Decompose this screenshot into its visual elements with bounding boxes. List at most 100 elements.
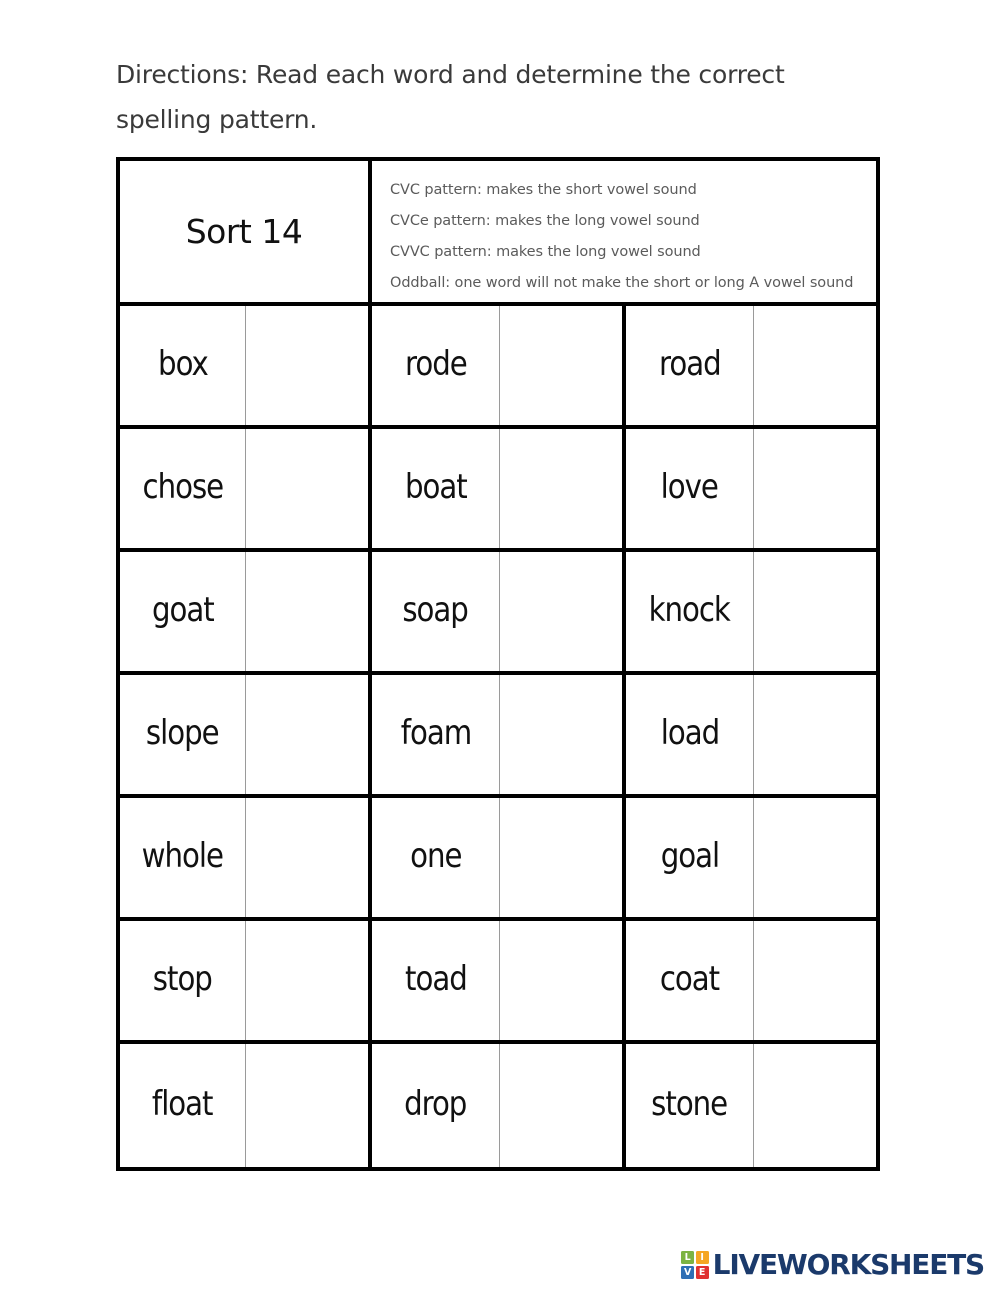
answer-input-cell[interactable]: [754, 798, 876, 917]
word-group: boat: [372, 429, 626, 548]
word-cell: stone: [626, 1044, 754, 1167]
answer-input-cell[interactable]: [246, 1044, 368, 1167]
word-cell: goal: [626, 798, 754, 917]
word-label: stone: [651, 1083, 729, 1124]
answer-input-cell[interactable]: [246, 921, 368, 1040]
answer-input-cell[interactable]: [754, 675, 876, 794]
word-group: stone: [626, 1044, 876, 1167]
legend-line-cvce: CVCe pattern: makes the long vowel sound: [390, 213, 700, 229]
answer-input-cell[interactable]: [246, 675, 368, 794]
word-cell: chose: [120, 429, 246, 548]
legend-line-cvvc: CVVC pattern: makes the long vowel sound: [390, 244, 701, 260]
word-cell: coat: [626, 921, 754, 1040]
answer-input-cell[interactable]: [246, 306, 368, 425]
word-label: slope: [146, 712, 220, 753]
answer-input-cell[interactable]: [754, 429, 876, 548]
logo-tile-e: E: [695, 1265, 709, 1279]
logo-tile-l: L: [681, 1251, 695, 1265]
word-cell: love: [626, 429, 754, 548]
word-cell: box: [120, 306, 246, 425]
pattern-legend: CVC pattern: makes the short vowel sound…: [372, 161, 876, 302]
word-sort-table: Sort 14 CVC pattern: makes the short vow…: [116, 157, 880, 1171]
word-group: whole: [120, 798, 372, 917]
logo-tile-i: I: [695, 1251, 709, 1265]
word-cell: rode: [372, 306, 500, 425]
word-label: load: [660, 712, 719, 753]
word-group: chose: [120, 429, 372, 548]
answer-input-cell[interactable]: [500, 1044, 622, 1167]
word-cell: soap: [372, 552, 500, 671]
word-group: coat: [626, 921, 876, 1040]
word-cell: slope: [120, 675, 246, 794]
word-cell: toad: [372, 921, 500, 1040]
word-label: love: [660, 466, 719, 507]
answer-input-cell[interactable]: [246, 552, 368, 671]
answer-input-cell[interactable]: [246, 798, 368, 917]
answer-input-cell[interactable]: [500, 429, 622, 548]
logo-tiles: L I V E: [681, 1251, 709, 1279]
word-cell: whole: [120, 798, 246, 917]
word-cell: road: [626, 306, 754, 425]
word-label: toad: [404, 958, 468, 999]
answer-input-cell[interactable]: [500, 306, 622, 425]
sort-title-cell: Sort 14: [120, 161, 372, 302]
answer-input-cell[interactable]: [754, 306, 876, 425]
word-group: love: [626, 429, 876, 548]
word-cell: stop: [120, 921, 246, 1040]
word-group: foam: [372, 675, 626, 794]
word-group: rode: [372, 306, 626, 425]
word-cell: drop: [372, 1044, 500, 1167]
word-cell: knock: [626, 552, 754, 671]
table-row: float drop stone: [120, 1044, 876, 1167]
answer-input-cell[interactable]: [754, 921, 876, 1040]
word-label: knock: [648, 589, 731, 630]
word-label: road: [658, 343, 722, 384]
word-label: chose: [142, 466, 224, 507]
sort-title: Sort 14: [185, 212, 303, 251]
word-group: goal: [626, 798, 876, 917]
word-cell: boat: [372, 429, 500, 548]
answer-input-cell[interactable]: [754, 552, 876, 671]
word-label: foam: [400, 712, 471, 753]
word-group: knock: [626, 552, 876, 671]
word-label: drop: [404, 1083, 467, 1124]
answer-input-cell[interactable]: [500, 921, 622, 1040]
word-group: load: [626, 675, 876, 794]
word-group: drop: [372, 1044, 626, 1167]
liveworksheets-logo: L I V E LIVEWORKSHEETS: [681, 1247, 986, 1283]
word-cell: foam: [372, 675, 500, 794]
answer-input-cell[interactable]: [246, 429, 368, 548]
table-row: whole one goal: [120, 798, 876, 921]
word-label: soap: [402, 589, 470, 630]
word-label: float: [152, 1083, 214, 1124]
word-cell: float: [120, 1044, 246, 1167]
answer-input-cell[interactable]: [500, 675, 622, 794]
table-row: stop toad coat: [120, 921, 876, 1044]
word-label: goat: [151, 589, 215, 630]
logo-tile-v: V: [681, 1265, 695, 1279]
directions-text: Directions: Read each word and determine…: [116, 60, 785, 134]
word-label: coat: [659, 958, 720, 999]
word-label: goal: [660, 835, 719, 876]
word-group: stop: [120, 921, 372, 1040]
word-label: boat: [404, 466, 468, 507]
word-label: one: [409, 835, 462, 876]
word-group: toad: [372, 921, 626, 1040]
word-group: soap: [372, 552, 626, 671]
word-cell: one: [372, 798, 500, 917]
table-row: box rode road: [120, 306, 876, 429]
word-label: whole: [141, 835, 224, 876]
word-group: road: [626, 306, 876, 425]
word-cell: goat: [120, 552, 246, 671]
word-group: one: [372, 798, 626, 917]
word-group: goat: [120, 552, 372, 671]
logo-wordmark: LIVEWORKSHEETS: [712, 1248, 986, 1281]
legend-line-cvc: CVC pattern: makes the short vowel sound: [390, 182, 697, 198]
answer-input-cell[interactable]: [500, 798, 622, 917]
table-row: chose boat love: [120, 429, 876, 552]
word-label: stop: [152, 958, 213, 999]
word-group: float: [120, 1044, 372, 1167]
answer-input-cell[interactable]: [754, 1044, 876, 1167]
answer-input-cell[interactable]: [500, 552, 622, 671]
table-header-row: Sort 14 CVC pattern: makes the short vow…: [120, 161, 876, 306]
